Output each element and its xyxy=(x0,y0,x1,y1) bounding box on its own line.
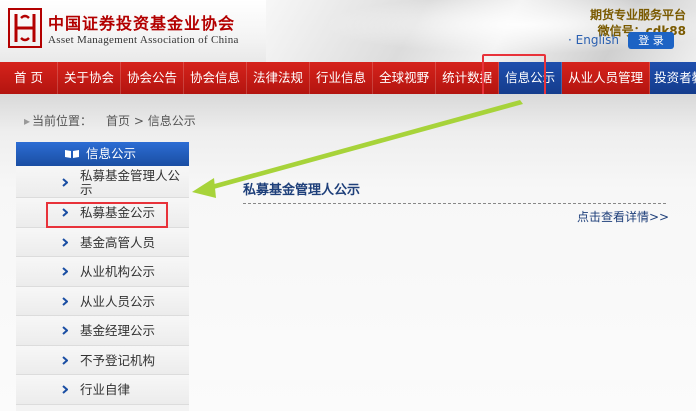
sidebar-item-label: 不予登记机构 xyxy=(80,352,156,368)
book-icon xyxy=(65,150,79,158)
sidebar-item-label: 基金高管人员 xyxy=(80,234,156,250)
sidebar-item-label: 基金经理公示 xyxy=(80,323,156,338)
chevron-right-icon xyxy=(62,267,68,276)
nav-item-practitioner-management[interactable]: 从业人员管理 xyxy=(562,62,651,94)
english-link[interactable]: · English xyxy=(568,33,619,47)
chevron-right-icon xyxy=(62,326,68,335)
chevron-right-icon xyxy=(62,296,68,306)
chevron-right-icon xyxy=(62,237,68,247)
association-logo-icon[interactable] xyxy=(8,8,42,48)
sidebar-item-self-regulation[interactable]: 行业自律 xyxy=(16,375,189,405)
promo-text-line1: 期货专业服务平台 xyxy=(589,8,686,22)
org-name-en: Asset Management Association of China xyxy=(48,34,239,46)
sidebar-item-label: 从业人员公示 xyxy=(80,293,156,309)
nav-item-home[interactable]: 首 页 xyxy=(0,62,58,94)
nav-item-investor-education[interactable]: 投资者教育 xyxy=(650,62,696,94)
site-header: 中国证券投资基金业协会 Asset Management Association… xyxy=(0,0,696,62)
sidebar-item-label: 行业自律 xyxy=(80,382,131,397)
sidebar-item-label: 私募基金管理人公示 xyxy=(80,168,181,197)
breadcrumb-marker-icon: ▸ xyxy=(24,114,31,128)
org-name-cn[interactable]: 中国证券投资基金业协会 xyxy=(48,10,235,34)
sidebar-item-rejected-registration[interactable]: 不予登记机构 xyxy=(16,345,189,375)
sidebar-highlight-box xyxy=(46,202,168,228)
breadcrumb-prefix: 当前位置： xyxy=(32,114,93,128)
nav-item-industry-info[interactable]: 行业信息 xyxy=(310,62,374,94)
bullet-icon: · xyxy=(568,33,576,47)
breadcrumb-path[interactable]: 首页 > 信息公示 xyxy=(106,114,196,128)
chevron-right-icon xyxy=(62,355,68,365)
login-button[interactable]: 登 录 xyxy=(628,32,674,49)
nav-item-announcements[interactable]: 协会公告 xyxy=(121,62,185,94)
sidebar-item-label: 从业机构公示 xyxy=(80,264,156,279)
nav-highlight-box xyxy=(482,54,546,97)
chevron-right-icon xyxy=(62,385,68,394)
nav-item-global-view[interactable]: 全球视野 xyxy=(373,62,437,94)
main-nav: 首 页 关于协会 协会公告 协会信息 法律法规 行业信息 全球视野 统计数据 信… xyxy=(0,62,696,94)
sidebar-item-fund-executives[interactable]: 基金高管人员 xyxy=(16,227,189,257)
view-details-link[interactable]: 点击查看详情>> xyxy=(577,208,669,225)
sidebar-item-fund-managers[interactable]: 基金经理公示 xyxy=(16,316,189,346)
breadcrumb: ▸ 当前位置： 首页 > 信息公示 xyxy=(24,112,196,129)
sidebar-item-institutions[interactable]: 从业机构公示 xyxy=(16,257,189,287)
nav-item-laws[interactable]: 法律法规 xyxy=(247,62,311,94)
sidebar-item-private-fund-managers[interactable]: 私募基金管理人公示 xyxy=(16,166,189,198)
sidebar-title: 信息公示 xyxy=(86,146,137,161)
chevron-right-icon xyxy=(62,178,68,187)
nav-item-association-info[interactable]: 协会信息 xyxy=(184,62,248,94)
content-divider xyxy=(243,203,666,204)
nav-item-about[interactable]: 关于协会 xyxy=(58,62,121,94)
sidebar: 信息公示 私募基金管理人公示 私募基金公示 基金高管人员 从业机构公示 从业人员… xyxy=(16,142,189,411)
sidebar-header: 信息公示 xyxy=(16,142,189,166)
content-title[interactable]: 私募基金管理人公示 xyxy=(243,179,360,198)
english-link-label: English xyxy=(575,33,619,47)
sidebar-item-practitioners[interactable]: 从业人员公示 xyxy=(16,286,189,316)
